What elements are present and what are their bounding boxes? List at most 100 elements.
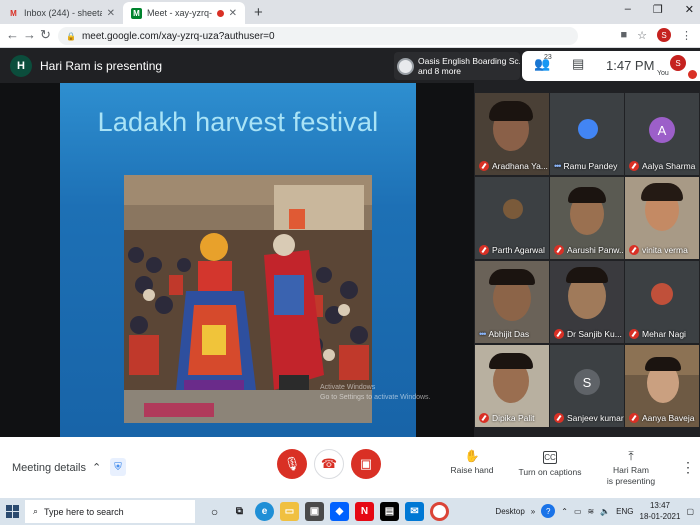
hang-up-icon: ☎ <box>320 456 338 471</box>
close-icon[interactable]: ✕ <box>107 8 115 19</box>
participant-name: Aanya Baveja <box>642 413 695 423</box>
shield-icon[interactable]: ⛨ <box>110 458 126 476</box>
url-text: meet.google.com/xay-yzrq-uza?authuser=0 <box>81 30 275 42</box>
participant-tile[interactable]: ••• Abhijit Das <box>475 261 549 343</box>
mic-toggle-button[interactable]: 🎙 <box>277 449 307 479</box>
participant-tile[interactable]: Aradhana Ya... <box>475 93 549 175</box>
language-indicator[interactable]: ENG <box>616 507 633 516</box>
presenter-avatar: H <box>10 55 32 77</box>
task-view-icon[interactable]: ⧉ <box>230 502 249 521</box>
windows-taskbar: ⌕ Type here to search ○ ⧉ e ▭ ▣ ◆ N ▤ ✉ … <box>0 498 700 525</box>
battery-icon[interactable]: ▭ <box>574 507 582 516</box>
participant-tile[interactable]: Aarushi Panw... <box>550 177 624 259</box>
leave-call-button[interactable]: ☎ <box>314 449 344 479</box>
close-window-icon[interactable]: ✕ <box>685 3 694 16</box>
more-icon[interactable]: ⋮ <box>681 29 692 42</box>
participant-tile[interactable]: Dr Sanjib Ku... <box>550 261 624 343</box>
file-explorer-icon[interactable]: ▭ <box>280 502 299 521</box>
pinned-participant-chip[interactable]: Oasis English Boarding Sc... and 8 more <box>394 52 520 80</box>
close-icon[interactable]: ✕ <box>229 8 237 19</box>
tab-gmail-title: Inbox (244) - sheetal@theindiansc <box>24 8 102 18</box>
participant-name: Sanjeev kumar <box>567 413 624 423</box>
raise-hand-button[interactable]: ✋ Raise hand <box>450 449 494 476</box>
mic-off-icon: 🎙 <box>283 456 301 471</box>
wifi-icon[interactable]: ≋ <box>588 507 595 516</box>
chevron-right-icon: » <box>530 506 536 516</box>
forward-icon[interactable]: → <box>23 27 36 42</box>
self-label: You <box>657 70 669 77</box>
participant-tile[interactable]: S Sanjeev kumar <box>550 345 624 427</box>
tab-meet[interactable]: M Meet - xay-yzrq-uza ✕ <box>123 2 245 24</box>
more-participants: and 8 more <box>418 66 461 76</box>
taskbar-apps: ○ ⧉ e ▭ ▣ ◆ N ▤ ✉ <box>205 502 449 521</box>
hand-icon: ✋ <box>464 449 480 463</box>
mic-off-icon <box>629 245 639 255</box>
new-tab-button[interactable]: + <box>254 4 263 21</box>
avatar: S <box>574 369 600 395</box>
taskbar-search-field[interactable]: ⌕ Type here to search <box>25 500 195 523</box>
participant-name: Parth Agarwal <box>492 245 545 255</box>
presentation-button[interactable]: ⤒ Hari Ram is presenting <box>606 450 656 487</box>
volume-icon[interactable]: 🔈 <box>600 507 610 516</box>
system-tray: Desktop » ? ⌃ ▭ ≋ 🔈 ENG 13:47 18-01-2021… <box>495 500 694 522</box>
chrome-icon[interactable] <box>430 502 449 521</box>
search-placeholder: Type here to search <box>44 506 124 517</box>
mic-off-icon <box>554 329 564 339</box>
camera-toggle-button[interactable]: ▣ <box>351 449 381 479</box>
camera-off-icon: ▣ <box>359 456 373 471</box>
chevron-up-icon[interactable]: ⌃ <box>561 507 568 516</box>
participant-name: Aradhana Ya... <box>492 161 548 171</box>
meeting-details-label: Meeting details <box>12 461 86 474</box>
presenting-line-2: is presenting <box>606 476 656 486</box>
avatar[interactable]: S <box>657 28 671 42</box>
school-logo-icon <box>397 57 414 75</box>
taskbar-clock[interactable]: 13:47 18-01-2021 <box>640 500 681 522</box>
notifications-icon[interactable]: ▢ <box>686 507 694 516</box>
mic-off-icon <box>629 329 639 339</box>
help-icon[interactable]: ? <box>541 504 556 518</box>
participant-tile[interactable]: A Aalya Sharma <box>625 93 699 175</box>
chat-icon[interactable]: ▤ <box>572 56 584 72</box>
back-icon[interactable]: ← <box>6 27 19 42</box>
clock-date: 18-01-2021 <box>639 512 681 521</box>
more-options-icon[interactable]: ⋮ <box>681 459 695 476</box>
speaking-icon: ••• <box>554 161 562 171</box>
desktop-label[interactable]: Desktop <box>495 507 524 516</box>
participant-tile[interactable]: Mehar Nagi <box>625 261 699 343</box>
tab-gmail[interactable]: M Inbox (244) - sheetal@theindiansc ✕ <box>0 2 123 24</box>
mail-icon[interactable]: ✉ <box>405 502 424 521</box>
self-avatar[interactable]: S <box>670 55 686 71</box>
participant-tile[interactable]: Parth Agarwal <box>475 177 549 259</box>
gmail-icon: M <box>10 8 17 18</box>
star-icon[interactable]: ☆ <box>637 29 647 42</box>
store-icon[interactable]: ▣ <box>305 502 324 521</box>
meeting-time: 1:47 PM <box>606 58 655 73</box>
participant-name: Mehar Nagi <box>642 329 686 339</box>
mic-off-icon <box>554 413 564 423</box>
dropbox-icon[interactable]: ◆ <box>330 502 349 521</box>
edge-icon[interactable]: e <box>255 502 274 521</box>
address-bar: ← → ↻ 🔒 meet.google.com/xay-yzrq-uza?aut… <box>0 24 700 48</box>
url-field[interactable]: 🔒 meet.google.com/xay-yzrq-uza?authuser=… <box>58 27 578 45</box>
participant-tile[interactable]: Dipika Palit <box>475 345 549 427</box>
photo-app-icon[interactable]: ▤ <box>380 502 399 521</box>
participant-name: Ramu Pandey <box>563 161 618 171</box>
captions-button[interactable]: CC Turn on captions <box>518 451 582 478</box>
meeting-details-button[interactable]: Meeting details ⌃ <box>12 461 101 475</box>
reload-icon[interactable]: ↻ <box>40 27 51 43</box>
camera-icon[interactable]: ■ <box>620 29 627 41</box>
task-view-icon[interactable]: ○ <box>205 502 224 521</box>
lock-icon: 🔒 <box>66 31 76 41</box>
mic-off-icon <box>688 70 697 79</box>
participant-name: Dipika Palit <box>492 413 535 423</box>
minimize-icon[interactable]: – <box>625 3 631 16</box>
restore-icon[interactable]: ❐ <box>653 3 663 16</box>
clock-time: 13:47 <box>649 501 670 510</box>
address-bar-icons: ■ ☆ S ⋮ <box>620 28 692 42</box>
participant-tile[interactable]: vinita verma <box>625 177 699 259</box>
participant-tile[interactable]: ••• Ramu Pandey <box>550 93 624 175</box>
browser-tab-strip: M Inbox (244) - sheetal@theindiansc ✕ M … <box>0 0 700 24</box>
windows-start-icon[interactable] <box>6 505 19 518</box>
participant-tile[interactable]: Aanya Baveja <box>625 345 699 427</box>
netflix-icon[interactable]: N <box>355 502 374 521</box>
